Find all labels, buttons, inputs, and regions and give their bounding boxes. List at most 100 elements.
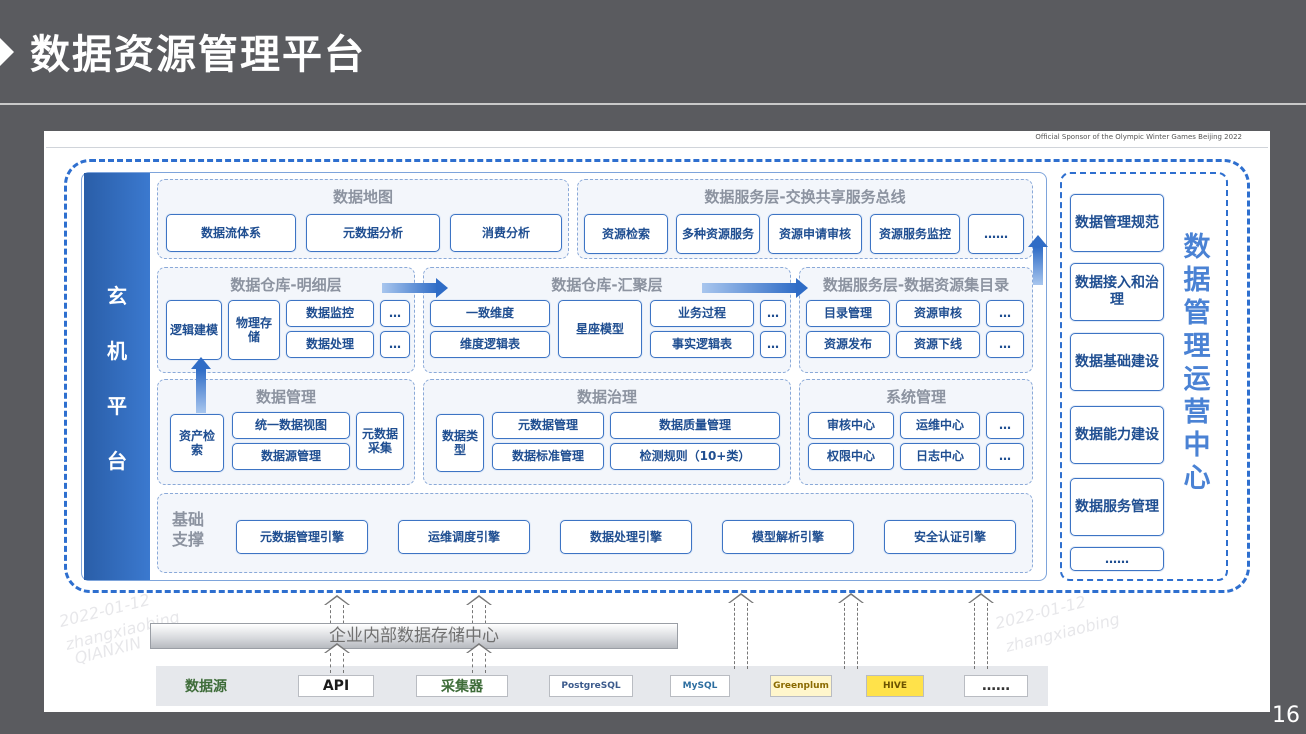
bar-char: 台 — [107, 448, 127, 473]
box-data-capability: 数据能力建设 — [1070, 406, 1164, 464]
upload-arrow-icon — [728, 593, 754, 669]
ops-char: 中 — [1183, 430, 1211, 461]
box-model-parsing-engine: 模型解析引擎 — [722, 520, 854, 554]
box-datasource-management: 数据源管理 — [232, 443, 350, 470]
box-more: … — [380, 331, 410, 358]
ops-char: 数 — [1183, 232, 1211, 263]
bar-char: 平 — [107, 393, 127, 418]
box-unified-data-view: 统一数据视图 — [232, 412, 350, 439]
box-catalog-management: 目录管理 — [806, 300, 890, 327]
box-security-auth-engine: 安全认证引擎 — [884, 520, 1016, 554]
box-data-monitoring: 数据监控 — [286, 300, 374, 327]
box-more: … — [986, 331, 1024, 358]
ops-char: 心 — [1183, 463, 1211, 494]
architecture-diagram: Official Sponsor of the Olympic Winter G… — [44, 131, 1270, 712]
box-data-access-governance: 数据接入和治理 — [1070, 263, 1164, 321]
box-data-service-management: 数据服务管理 — [1070, 478, 1164, 536]
group-resource-catalog: 数据服务层-数据资源集目录 目录管理 资源审核 资源发布 资源下线 … … — [799, 267, 1033, 373]
box-logical-modeling: 逻辑建模 — [166, 300, 222, 360]
box-scheduling-engine: 运维调度引擎 — [398, 520, 530, 554]
group-foundation: 基础支撑 元数据管理引擎 运维调度引擎 数据处理引擎 模型解析引擎 安全认证引擎 — [157, 493, 1033, 573]
title-chevron-icon — [0, 38, 14, 66]
box-review-center: 审核中心 — [808, 412, 894, 439]
arrow-right-icon — [702, 278, 808, 298]
box-ops-center: 运维中心 — [900, 412, 980, 439]
box-more: … — [760, 300, 786, 327]
box-resource-service-monitor: 资源服务监控 — [870, 214, 960, 254]
group-title: 数据服务层-交换共享服务总线 — [704, 188, 906, 206]
box-conformed-dimension: 一致维度 — [430, 300, 550, 327]
bar-char: 玄 — [107, 283, 127, 308]
group-title: 数据地图 — [332, 188, 393, 206]
group-title: 系统管理 — [885, 388, 946, 406]
box-detection-rules: 检测规则（10+类） — [610, 443, 780, 470]
box-dimension-logic-table: 维度逻辑表 — [430, 331, 550, 358]
title-divider — [0, 103, 1306, 105]
source-collector: 采集器 — [416, 675, 508, 697]
box-log-center: 日志中心 — [900, 443, 980, 470]
box-data-type: 数据类型 — [436, 414, 484, 472]
group-data-map: 数据地图 数据流体系 元数据分析 消费分析 — [157, 179, 569, 259]
box-resource-review: 资源审核 — [896, 300, 980, 327]
upload-arrow-icon — [324, 643, 350, 673]
enterprise-storage-center: 企业内部数据存储中心 — [150, 623, 678, 649]
arrow-right-icon — [382, 278, 448, 298]
group-title: 基础支撑 — [172, 510, 205, 549]
box-processing-engine: 数据处理引擎 — [560, 520, 692, 554]
slide-title: 数据资源管理平台 — [30, 32, 366, 78]
box-more: … — [986, 443, 1024, 470]
box-data-processing: 数据处理 — [286, 331, 374, 358]
box-constellation-model: 星座模型 — [558, 300, 642, 358]
ops-char: 营 — [1183, 397, 1211, 428]
box-resource-publish: 资源发布 — [806, 331, 890, 358]
box-more: …… — [1070, 547, 1164, 571]
upload-arrow-icon — [968, 593, 994, 669]
page-number: 16 — [1272, 703, 1300, 728]
arrow-up-icon — [1028, 235, 1048, 285]
greenplum-logo: Greenplum — [770, 675, 832, 697]
box-data-management-spec: 数据管理规范 — [1070, 194, 1164, 252]
box-resource-offline: 资源下线 — [896, 331, 980, 358]
box-metadata-engine: 元数据管理引擎 — [236, 520, 368, 554]
upload-arrow-icon — [838, 593, 864, 669]
box-more: …… — [968, 214, 1024, 254]
box-permission-center: 权限中心 — [808, 443, 894, 470]
ops-center-title: 数 据 管 理 运 营 中 心 — [1176, 231, 1218, 495]
mysql-logo: MySQL — [670, 675, 730, 697]
box-fact-logic-table: 事实逻辑表 — [650, 331, 754, 358]
box-data-standard-management: 数据标准管理 — [492, 443, 604, 470]
ops-char: 据 — [1183, 265, 1211, 296]
sponsor-text: Official Sponsor of the Olympic Winter G… — [1035, 133, 1242, 141]
postgresql-logo: PostgreSQL — [549, 675, 633, 697]
upload-arrow-icon — [466, 643, 492, 673]
box-data-infrastructure: 数据基础建设 — [1070, 333, 1164, 391]
data-source-label: 数据源 — [168, 675, 244, 697]
source-more: …… — [964, 675, 1028, 697]
box-more: … — [760, 331, 786, 358]
box-business-process: 业务过程 — [650, 300, 754, 327]
hive-logo: HIVE — [866, 675, 924, 697]
ops-char: 运 — [1183, 364, 1211, 395]
box-metadata-analysis: 元数据分析 — [306, 214, 440, 252]
group-system-management: 系统管理 审核中心 运维中心 权限中心 日志中心 … … — [799, 379, 1033, 485]
bar-char: 机 — [107, 338, 127, 363]
box-metadata-collection: 元数据采集 — [356, 412, 404, 470]
xuanji-platform-bar: 玄 机 平 台 — [84, 173, 150, 580]
group-title: 数据治理 — [576, 388, 637, 406]
group-data-governance: 数据治理 数据类型 元数据管理 数据质量管理 数据标准管理 检测规则（10+类） — [423, 379, 791, 485]
group-title: 数据仓库-明细层 — [230, 276, 342, 294]
group-service-bus: 数据服务层-交换共享服务总线 资源检索 多种资源服务 资源申请审核 资源服务监控… — [577, 179, 1033, 259]
box-asset-search: 资产检索 — [170, 414, 224, 472]
ops-char: 理 — [1183, 331, 1211, 362]
arrow-up-icon — [191, 357, 211, 413]
box-data-flow: 数据流体系 — [166, 214, 296, 252]
box-resource-request-review: 资源申请审核 — [768, 214, 862, 254]
ops-char: 管 — [1183, 298, 1211, 329]
box-more: … — [986, 300, 1024, 327]
box-data-quality-management: 数据质量管理 — [610, 412, 780, 439]
box-multi-resource-service: 多种资源服务 — [676, 214, 760, 254]
box-more: … — [986, 412, 1024, 439]
box-physical-storage: 物理存储 — [228, 300, 280, 360]
box-more: … — [380, 300, 410, 327]
box-resource-search: 资源检索 — [584, 214, 668, 254]
